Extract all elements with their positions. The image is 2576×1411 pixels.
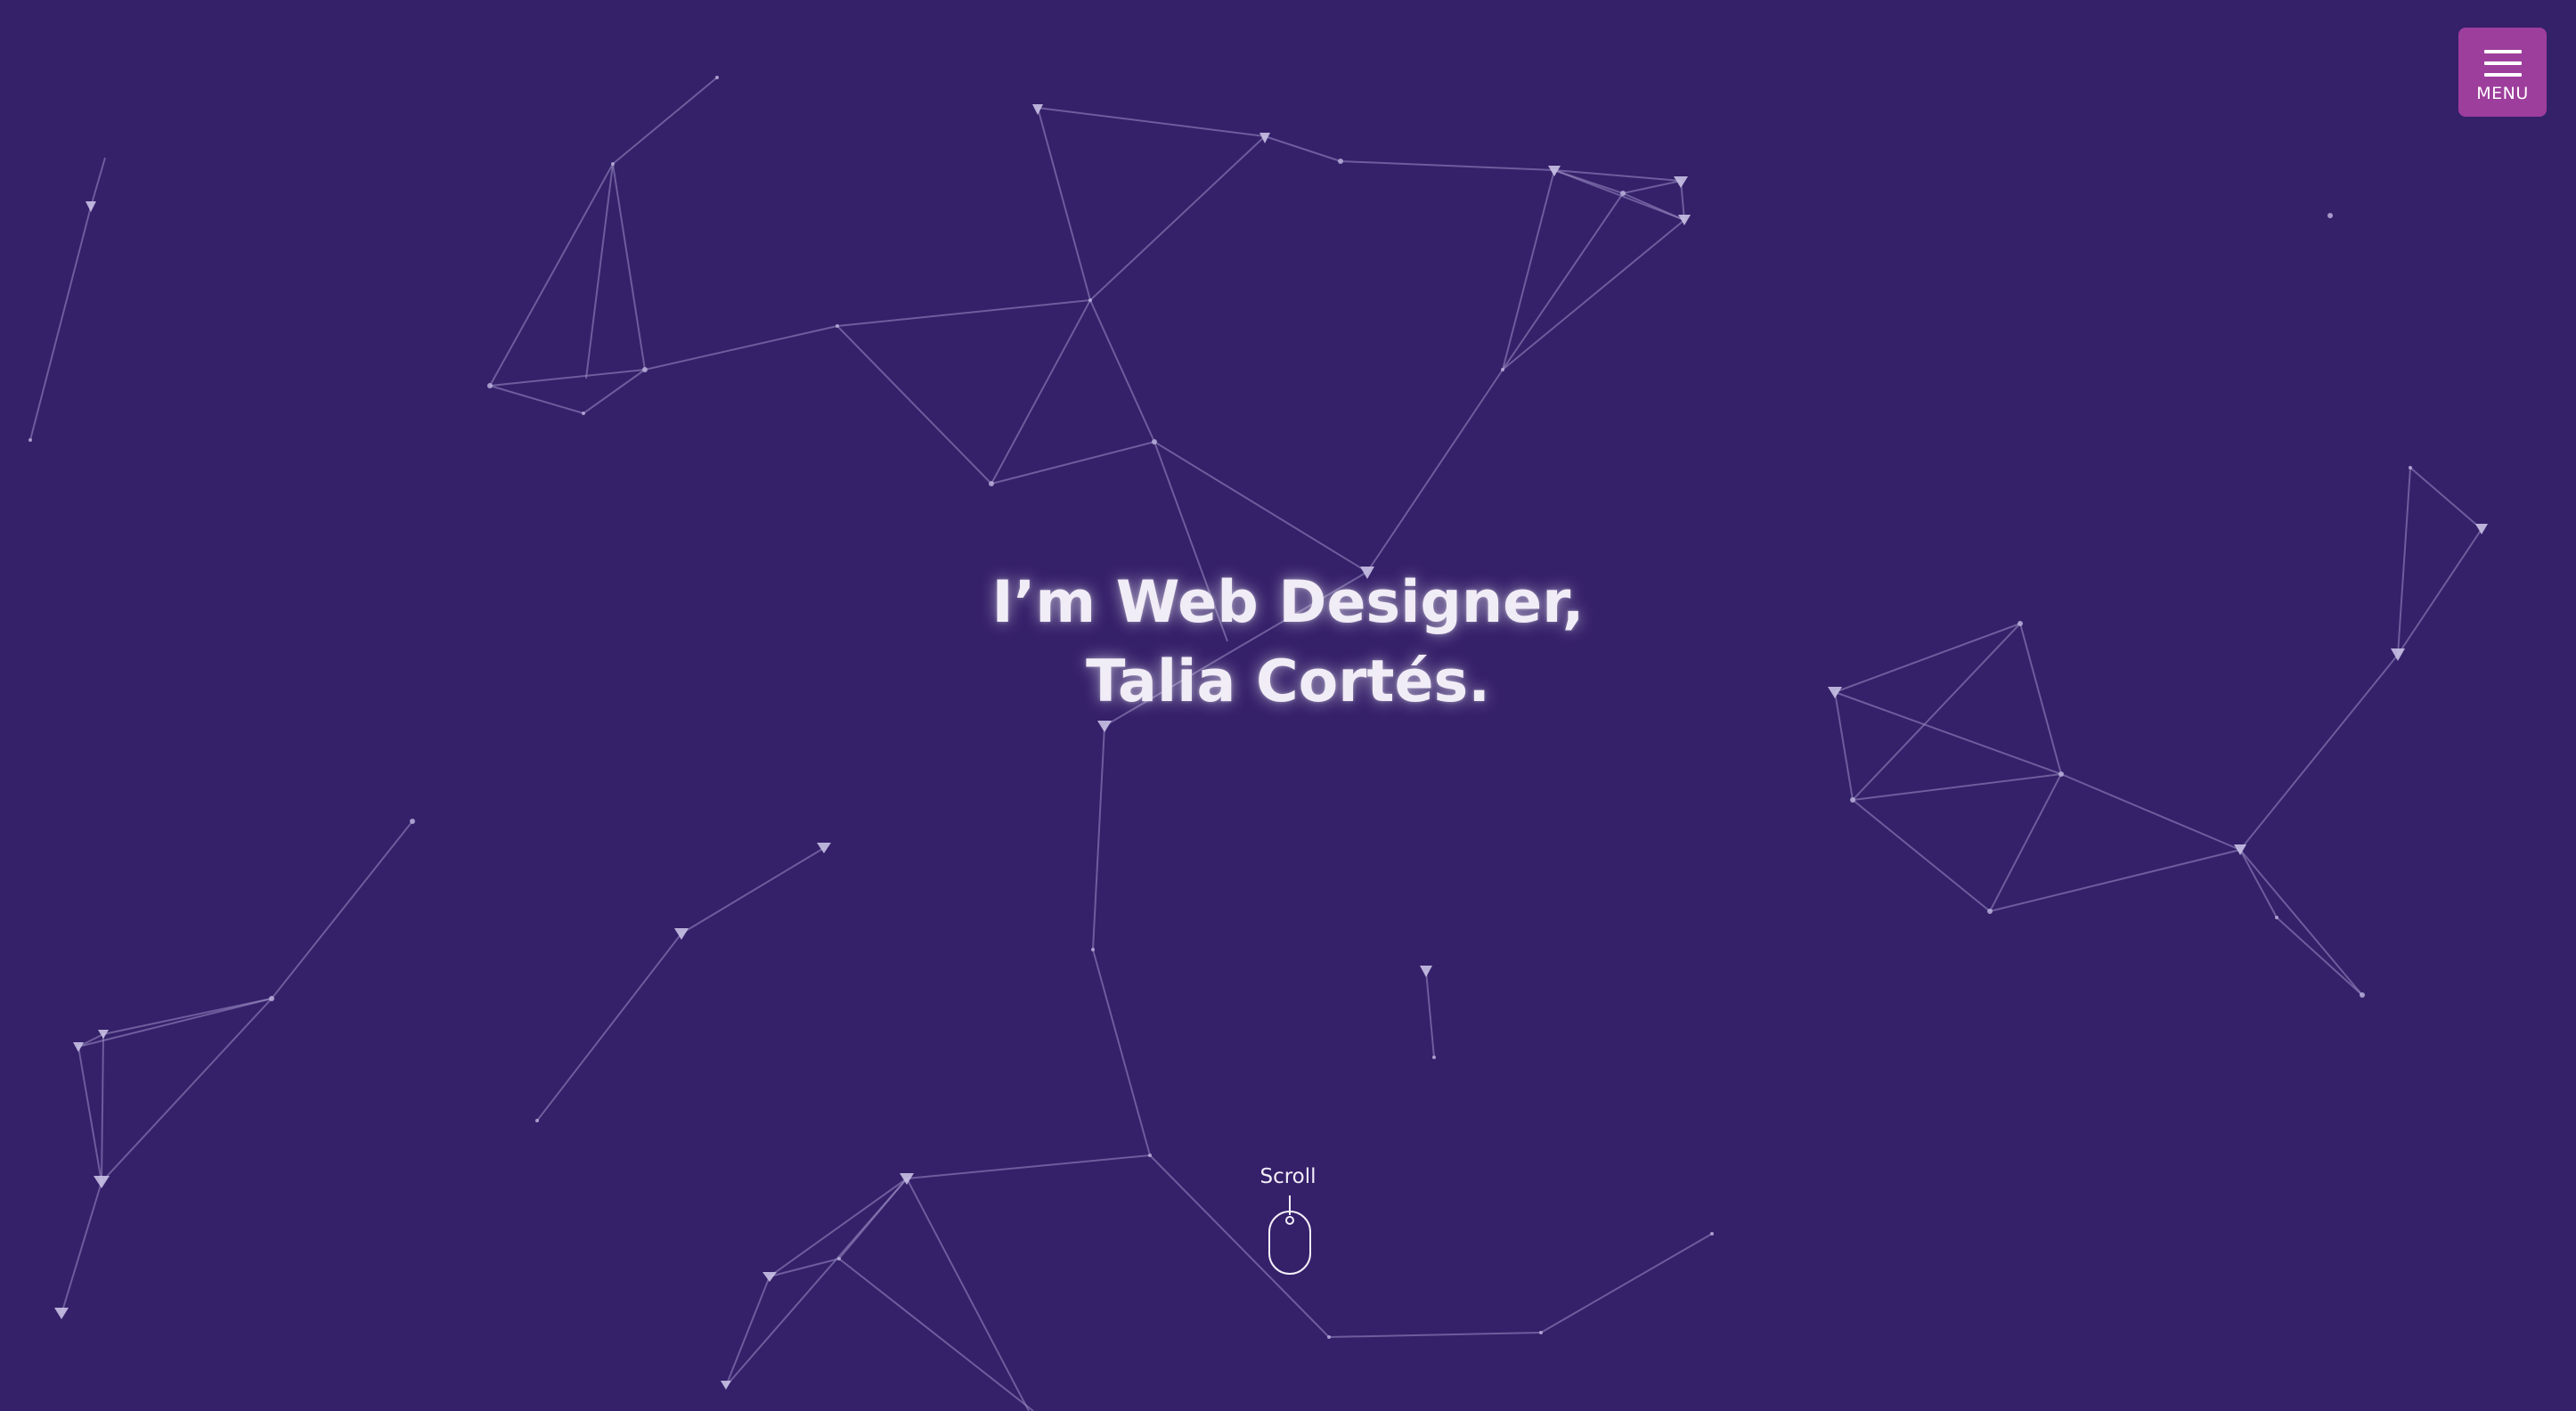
hero-heading-line-2: Talia Cortés. [1086, 648, 1490, 715]
menu-button[interactable]: MENU [2458, 28, 2547, 117]
hero-section: I’m Web Designer, Talia Cortés. MENU Scr… [0, 0, 2576, 1411]
hero-heading: I’m Web Designer, Talia Cortés. [0, 563, 2576, 722]
hero-heading-line-1: I’m Web Designer, [991, 569, 1585, 636]
menu-label: MENU [2476, 84, 2529, 103]
scroll-indicator[interactable]: Scroll [1235, 1163, 1341, 1279]
mouse-scroll-icon [1268, 1195, 1311, 1275]
hamburger-icon [2484, 50, 2522, 77]
scroll-label: Scroll [1259, 1165, 1317, 1188]
